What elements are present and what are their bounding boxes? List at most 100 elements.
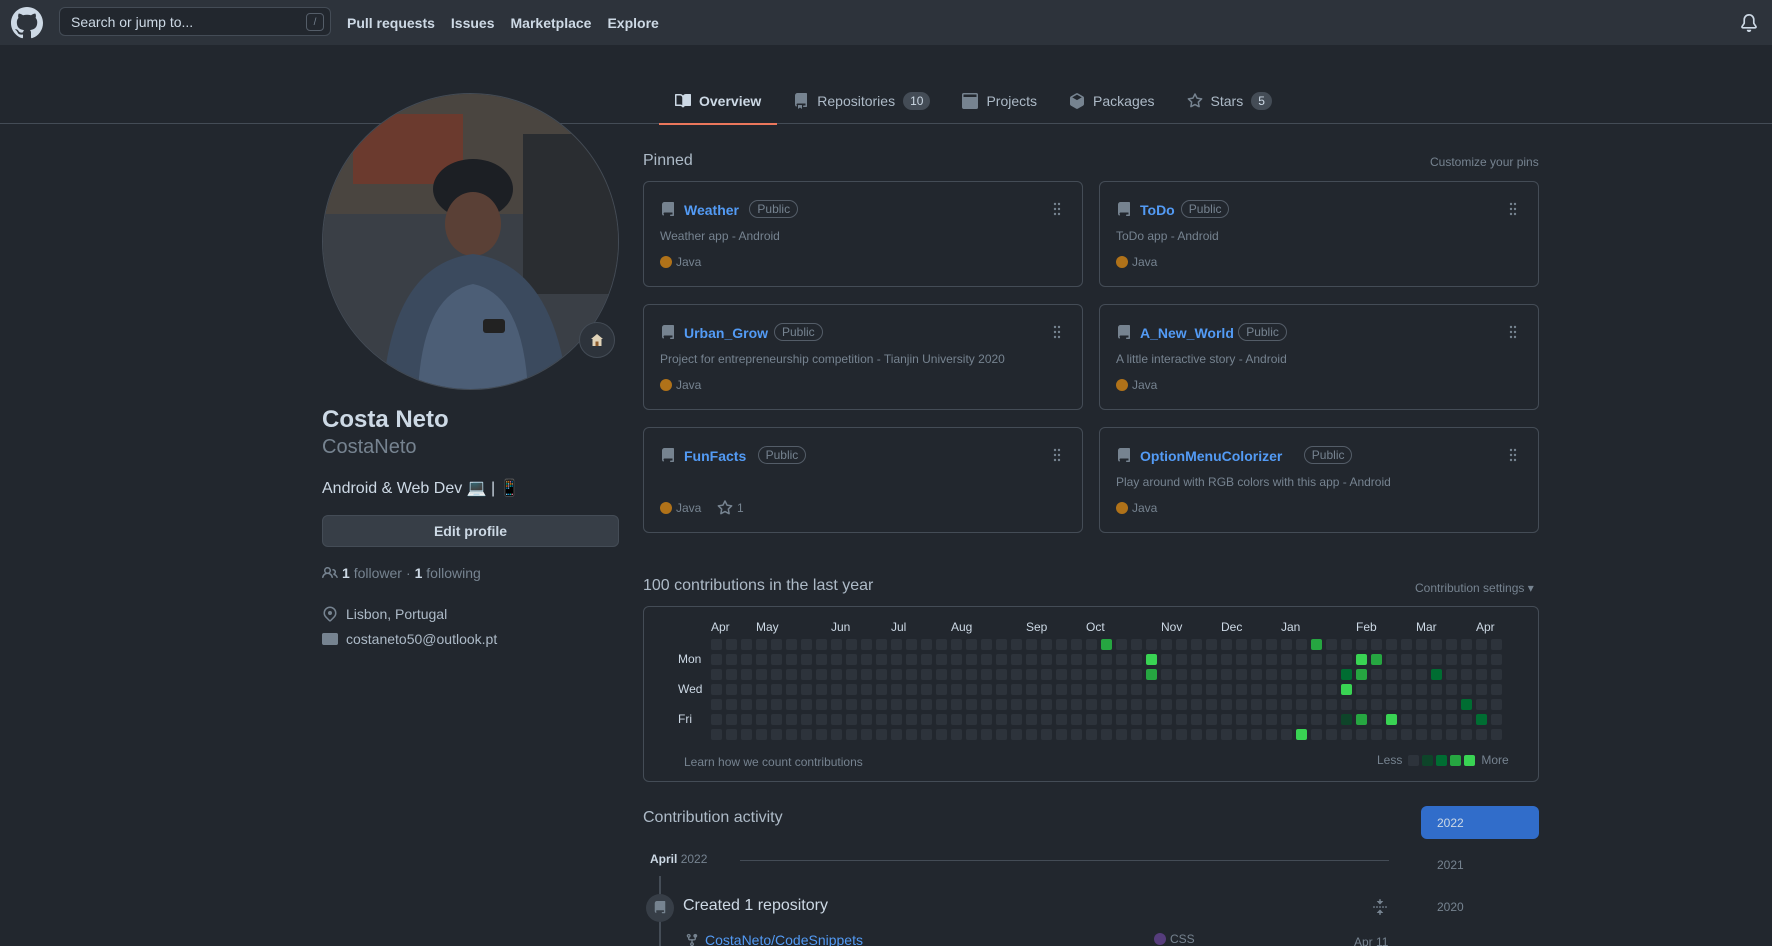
calendar-day-cell[interactable] <box>1431 729 1442 740</box>
calendar-day-cell[interactable] <box>936 714 947 725</box>
calendar-day-cell[interactable] <box>1086 729 1097 740</box>
calendar-day-cell[interactable] <box>1401 669 1412 680</box>
calendar-day-cell[interactable] <box>1101 729 1112 740</box>
calendar-day-cell[interactable] <box>981 729 992 740</box>
calendar-day-cell[interactable] <box>711 729 722 740</box>
calendar-day-cell[interactable] <box>786 684 797 695</box>
calendar-day-cell[interactable] <box>996 669 1007 680</box>
calendar-day-cell[interactable] <box>1341 639 1352 650</box>
pinned-repo-name[interactable]: ToDo <box>1140 202 1175 218</box>
calendar-day-cell[interactable] <box>1311 669 1322 680</box>
calendar-day-cell[interactable] <box>1161 699 1172 710</box>
calendar-day-cell[interactable] <box>846 714 857 725</box>
calendar-day-cell[interactable] <box>1266 654 1277 665</box>
calendar-day-cell[interactable] <box>1191 714 1202 725</box>
calendar-day-cell[interactable] <box>1191 639 1202 650</box>
status-emoji[interactable] <box>579 322 615 358</box>
calendar-day-cell[interactable] <box>1281 639 1292 650</box>
calendar-day-cell[interactable] <box>1176 699 1187 710</box>
calendar-day-cell[interactable] <box>1131 654 1142 665</box>
calendar-day-cell[interactable] <box>1101 669 1112 680</box>
calendar-day-cell[interactable] <box>1326 729 1337 740</box>
calendar-day-cell[interactable] <box>1251 639 1262 650</box>
calendar-day-cell[interactable] <box>1221 684 1232 695</box>
edit-profile-button[interactable]: Edit profile <box>322 515 619 547</box>
calendar-day-cell[interactable] <box>771 669 782 680</box>
calendar-day-cell[interactable] <box>1221 639 1232 650</box>
year-2020-button[interactable]: 2020 <box>1421 890 1539 923</box>
calendar-day-cell[interactable] <box>1311 714 1322 725</box>
calendar-day-cell[interactable] <box>1251 714 1262 725</box>
calendar-day-cell[interactable] <box>936 639 947 650</box>
calendar-day-cell[interactable] <box>951 654 962 665</box>
email-link[interactable]: costaneto50@outlook.pt <box>346 631 497 647</box>
calendar-day-cell[interactable] <box>1476 639 1487 650</box>
pinned-repo-name[interactable]: OptionMenuColorizer <box>1140 448 1282 464</box>
calendar-day-cell[interactable] <box>1281 669 1292 680</box>
calendar-day-cell[interactable] <box>861 729 872 740</box>
tab-projects[interactable]: Projects <box>946 78 1053 124</box>
calendar-day-cell[interactable] <box>906 729 917 740</box>
calendar-day-cell[interactable] <box>906 669 917 680</box>
calendar-day-cell[interactable] <box>1461 654 1472 665</box>
calendar-day-cell[interactable] <box>891 639 902 650</box>
calendar-day-cell[interactable] <box>1191 654 1202 665</box>
calendar-day-cell[interactable] <box>831 669 842 680</box>
calendar-day-cell[interactable] <box>1341 699 1352 710</box>
calendar-day-cell[interactable] <box>1071 669 1082 680</box>
calendar-day-cell[interactable] <box>1206 669 1217 680</box>
calendar-day-cell[interactable] <box>786 699 797 710</box>
drag-handle-icon[interactable] <box>1052 325 1062 339</box>
calendar-day-cell[interactable] <box>1086 684 1097 695</box>
calendar-day-cell[interactable] <box>1416 729 1427 740</box>
calendar-day-cell[interactable] <box>1161 654 1172 665</box>
calendar-day-cell[interactable] <box>951 729 962 740</box>
calendar-day-cell[interactable] <box>906 714 917 725</box>
calendar-day-cell[interactable] <box>1326 669 1337 680</box>
calendar-day-cell[interactable] <box>1176 684 1187 695</box>
calendar-day-cell[interactable] <box>1356 639 1367 650</box>
calendar-day-cell[interactable] <box>1236 654 1247 665</box>
calendar-day-cell[interactable] <box>726 639 737 650</box>
tab-overview[interactable]: Overview <box>659 78 778 125</box>
calendar-day-cell[interactable] <box>1071 684 1082 695</box>
calendar-day-cell[interactable] <box>906 684 917 695</box>
calendar-day-cell[interactable] <box>1251 699 1262 710</box>
calendar-day-cell[interactable] <box>786 729 797 740</box>
calendar-day-cell[interactable] <box>1356 714 1367 725</box>
calendar-day-cell[interactable] <box>1176 729 1187 740</box>
calendar-day-cell[interactable] <box>876 654 887 665</box>
drag-handle-icon[interactable] <box>1508 325 1518 339</box>
calendar-day-cell[interactable] <box>966 669 977 680</box>
year-2021-button[interactable]: 2021 <box>1421 848 1539 881</box>
calendar-day-cell[interactable] <box>1356 669 1367 680</box>
calendar-day-cell[interactable] <box>801 654 812 665</box>
calendar-day-cell[interactable] <box>1056 684 1067 695</box>
calendar-day-cell[interactable] <box>1446 699 1457 710</box>
nav-marketplace[interactable]: Marketplace <box>511 15 592 31</box>
calendar-day-cell[interactable] <box>741 654 752 665</box>
calendar-day-cell[interactable] <box>1341 729 1352 740</box>
calendar-day-cell[interactable] <box>1251 669 1262 680</box>
calendar-day-cell[interactable] <box>1446 714 1457 725</box>
calendar-day-cell[interactable] <box>831 699 842 710</box>
calendar-day-cell[interactable] <box>1446 729 1457 740</box>
calendar-day-cell[interactable] <box>1146 699 1157 710</box>
calendar-day-cell[interactable] <box>1101 699 1112 710</box>
calendar-day-cell[interactable] <box>1416 639 1427 650</box>
calendar-day-cell[interactable] <box>1116 669 1127 680</box>
calendar-day-cell[interactable] <box>1266 639 1277 650</box>
pinned-repo-name[interactable]: FunFacts <box>684 448 746 464</box>
calendar-day-cell[interactable] <box>1281 729 1292 740</box>
calendar-day-cell[interactable] <box>1086 714 1097 725</box>
calendar-day-cell[interactable] <box>816 684 827 695</box>
calendar-day-cell[interactable] <box>1386 639 1397 650</box>
calendar-day-cell[interactable] <box>1371 639 1382 650</box>
calendar-day-cell[interactable] <box>876 684 887 695</box>
calendar-day-cell[interactable] <box>1461 714 1472 725</box>
calendar-day-cell[interactable] <box>831 639 842 650</box>
calendar-day-cell[interactable] <box>951 714 962 725</box>
calendar-day-cell[interactable] <box>1026 714 1037 725</box>
calendar-day-cell[interactable] <box>921 669 932 680</box>
calendar-day-cell[interactable] <box>1431 669 1442 680</box>
